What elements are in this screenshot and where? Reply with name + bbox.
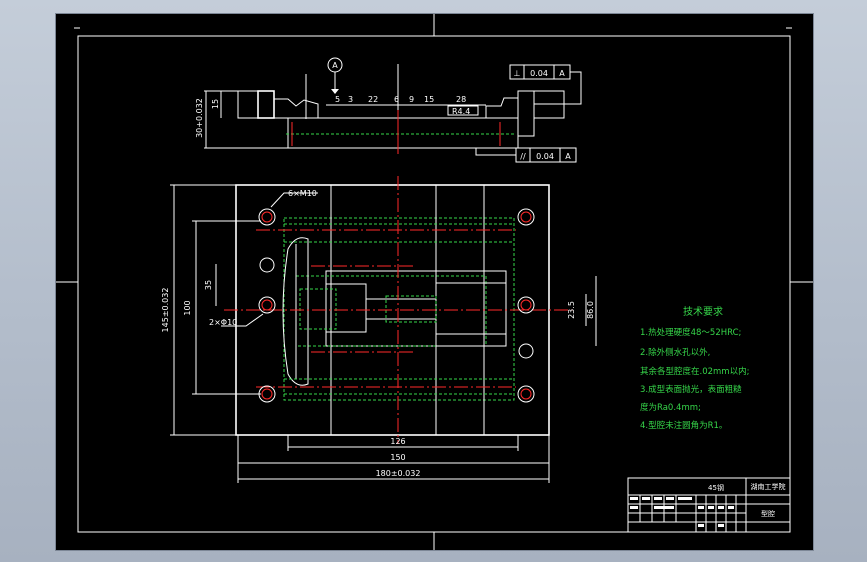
dim-15: 15	[424, 95, 434, 104]
dim-23-5: 23.5	[567, 301, 576, 319]
dim-r44: R4.4	[452, 107, 470, 116]
dim-holes-6xm10: 6×M10	[288, 189, 317, 198]
dim-6: 6	[394, 95, 399, 104]
plan-view	[170, 176, 597, 483]
title-material: 45钢	[708, 483, 724, 492]
section-right-step	[485, 97, 519, 119]
title-school: 湖南工学院	[751, 482, 786, 491]
tech-item-2: 2.除外侧水孔以外,	[640, 347, 710, 358]
dim-28: 28	[456, 95, 466, 104]
parallelism-frame: // 0.04 A	[475, 147, 577, 163]
tech-requirements: 技术要求 1.热处理硬度48～52HRC; 2.除外侧水孔以外, 其余各型腔度在…	[640, 305, 749, 431]
section-left-flange	[237, 90, 259, 119]
perpendicularity-frame: ⊥ 0.04 A	[509, 64, 582, 105]
tech-item-6: 4.型腔未注圆角为R1。	[640, 420, 727, 431]
section-core-plate	[287, 117, 519, 149]
perp-symbol: ⊥	[514, 69, 521, 78]
perp-value: 0.04	[530, 69, 548, 78]
dim-pins-2xphi10: 2×Φ10	[209, 318, 237, 327]
par-value: 0.04	[536, 152, 554, 161]
title-part-name: 型腔	[761, 509, 775, 518]
mold-drawing: A 5 3 22 6 9 15 28 R4.4 15 30+0.032 ⊥ 0.…	[56, 14, 813, 550]
dim-100: 100	[183, 300, 192, 315]
dim-35: 35	[204, 280, 213, 290]
dim-9: 9	[409, 95, 414, 104]
par-datum: A	[565, 152, 571, 161]
perp-datum: A	[559, 69, 565, 78]
tech-item-4: 3.成型表面抛光，表面粗糙	[640, 384, 742, 395]
title-block: 45钢 湖南工学院 型腔	[627, 477, 791, 533]
dim-15-left: 15	[211, 99, 220, 109]
dim-22: 22	[368, 95, 378, 104]
dim-126: 126	[390, 437, 405, 446]
tech-title: 技术要求	[683, 305, 723, 318]
section-view: A 5 3 22 6 9 15 28 R4.4 15 30+0.032	[195, 57, 565, 154]
centering-marks	[56, 14, 813, 550]
dim-30-left: 30+0.032	[195, 98, 204, 138]
tech-item-3: 其余各型腔度在.02mm以内;	[640, 366, 749, 377]
section-left-step	[273, 98, 319, 119]
cad-viewport[interactable]: A 5 3 22 6 9 15 28 R4.4 15 30+0.032 ⊥ 0.…	[55, 13, 814, 551]
dim-86: 86.0	[586, 301, 595, 319]
section-right-wall	[517, 90, 535, 137]
dim-3: 3	[348, 95, 353, 104]
tech-item-5: 度为Ra0.4mm;	[640, 402, 701, 413]
dim-150: 150	[390, 453, 405, 462]
cavity-outline	[283, 217, 515, 401]
par-symbol: //	[520, 152, 526, 161]
dim-180: 180±0.032	[376, 469, 421, 478]
drawing-frame	[77, 35, 791, 533]
tech-item-1: 1.热处理硬度48～52HRC;	[640, 327, 741, 338]
runner-area	[325, 270, 507, 347]
section-left-hole	[257, 90, 275, 119]
dim-5: 5	[335, 95, 340, 104]
datum-a-label: A	[332, 61, 338, 70]
dim-145: 145±0.032	[161, 288, 170, 333]
